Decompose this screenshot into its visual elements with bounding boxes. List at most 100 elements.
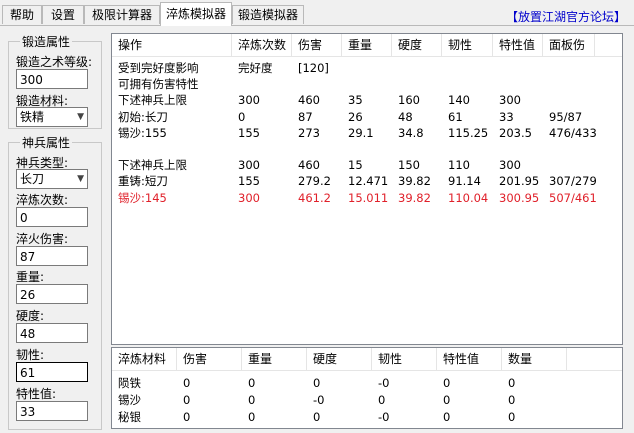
quench-damage-field[interactable]: 87 bbox=[16, 246, 88, 266]
table-cell: 39.82 bbox=[398, 190, 431, 205]
weight-label: 重量: bbox=[16, 270, 45, 284]
header-trait[interactable]: 特性值 bbox=[493, 34, 543, 56]
list-item[interactable]: 陨铁 0 0 0 -0 0 0 bbox=[112, 375, 622, 391]
table-cell: 91.14 bbox=[448, 174, 481, 189]
table-row[interactable]: 锡沙:155 155 273 29.1 34.8 115.25 203.5 476/433 bbox=[112, 125, 622, 141]
table-cell: 15.011 bbox=[348, 190, 389, 205]
header-weight[interactable]: 重量 bbox=[342, 34, 392, 56]
table-cell: 0 bbox=[508, 393, 516, 407]
header-mat-trait[interactable]: 特性值 bbox=[437, 348, 502, 370]
table-cell: 初始:长刀 bbox=[118, 109, 168, 124]
table-cell: 下述神兵上限 bbox=[118, 158, 187, 173]
trait-field[interactable]: 33 bbox=[16, 401, 88, 421]
table-cell bbox=[543, 141, 549, 157]
header-mat-quantity[interactable]: 数量 bbox=[502, 348, 567, 370]
table-cell: 15 bbox=[348, 158, 363, 173]
table-cell: 307/279 bbox=[549, 174, 597, 189]
table-cell: 0 bbox=[508, 376, 516, 390]
tab-bar: 帮助 设置 极限计算器 淬炼模拟器 锻造模拟器 【放置江湖官方论坛】 bbox=[0, 0, 634, 26]
header-damage[interactable]: 伤害 bbox=[292, 34, 342, 56]
table-row[interactable]: 可拥有伤害特性 bbox=[112, 76, 622, 92]
table-row[interactable]: 下述神兵上限 300 460 15 150 110 300 bbox=[112, 157, 622, 173]
table-cell: -0 bbox=[378, 376, 390, 390]
header-hardness[interactable]: 硬度 bbox=[392, 34, 442, 56]
table-cell: 461.2 bbox=[298, 190, 331, 205]
header-toughness[interactable]: 韧性 bbox=[442, 34, 493, 56]
table-cell: 秘银 bbox=[118, 410, 141, 424]
table-cell: [120] bbox=[298, 61, 329, 75]
header-material[interactable]: 淬炼材料 bbox=[112, 348, 177, 370]
table-cell: 39.82 bbox=[398, 174, 431, 189]
tab-forge-simulator[interactable]: 锻造模拟器 bbox=[232, 5, 304, 24]
tab-help[interactable]: 帮助 bbox=[2, 5, 42, 24]
header-mat-weight[interactable]: 重量 bbox=[242, 348, 307, 370]
material-table[interactable]: 淬炼材料 伤害 重量 硬度 韧性 特性值 数量 陨铁 0 0 0 -0 0 0 锡沙 0 0 -0 0… bbox=[111, 347, 623, 429]
header-panel-damage[interactable]: 面板伤 bbox=[543, 34, 595, 56]
table-cell: 110 bbox=[448, 158, 470, 173]
table-row[interactable]: 锡沙:145 300 461.2 15.011 39.82 110.04 300.95 507… bbox=[112, 190, 622, 206]
header-operation[interactable]: 操作 bbox=[112, 34, 232, 56]
table-cell: 0 bbox=[183, 393, 191, 407]
forge-material-value: 铁精 bbox=[20, 110, 45, 124]
tab-limit-calculator[interactable]: 极限计算器 bbox=[84, 5, 160, 24]
table-row[interactable] bbox=[112, 141, 622, 157]
table-row[interactable]: 受到完好度影响 完好度 [120] bbox=[112, 60, 622, 76]
list-item[interactable]: 秘银 0 0 0 -0 0 0 bbox=[112, 409, 622, 425]
table-cell bbox=[543, 92, 549, 108]
chevron-down-icon: ▼ bbox=[77, 174, 84, 184]
table-cell bbox=[493, 60, 499, 76]
header-mat-toughness[interactable]: 韧性 bbox=[372, 348, 437, 370]
toughness-field[interactable]: 61 bbox=[16, 362, 88, 382]
table-cell: 115.25 bbox=[448, 125, 489, 140]
table-cell: 受到完好度影响 bbox=[118, 61, 199, 75]
table-cell: 陨铁 bbox=[118, 376, 141, 390]
table-cell: 201.95 bbox=[499, 174, 540, 189]
table-cell bbox=[442, 141, 448, 157]
table-cell bbox=[392, 76, 398, 92]
forge-material-select[interactable]: 铁精 ▼ bbox=[16, 107, 88, 127]
forge-level-field[interactable]: 300 bbox=[16, 69, 88, 89]
hardness-label: 硬度: bbox=[16, 309, 45, 323]
table-cell bbox=[543, 157, 549, 173]
header-refine-count[interactable]: 淬炼次数 bbox=[232, 34, 292, 56]
weapon-group-title: 神兵属性 bbox=[20, 134, 73, 151]
table-row[interactable]: 下述神兵上限 300 460 35 160 140 300 bbox=[112, 92, 622, 108]
weight-field[interactable]: 26 bbox=[16, 284, 88, 304]
refine-count-field[interactable]: 0 bbox=[16, 207, 88, 227]
table-cell bbox=[442, 60, 448, 76]
table-cell: 33 bbox=[499, 109, 514, 124]
table-cell: 0 bbox=[238, 109, 246, 124]
table-cell: 0 bbox=[443, 410, 451, 424]
table-cell: 160 bbox=[398, 93, 420, 108]
header-mat-damage[interactable]: 伤害 bbox=[177, 348, 242, 370]
weapon-type-select[interactable]: 长刀 ▼ bbox=[16, 169, 88, 189]
result-table[interactable]: 操作 淬炼次数 伤害 重量 硬度 韧性 特性值 面板伤 受到完好度影响 完好度 [1… bbox=[111, 33, 623, 345]
table-cell bbox=[493, 76, 499, 92]
table-cell: 300.95 bbox=[499, 190, 540, 205]
table-cell: 0 bbox=[313, 410, 321, 424]
table-cell: 0 bbox=[248, 410, 256, 424]
refine-count-label: 淬炼次数: bbox=[16, 193, 69, 207]
table-cell bbox=[292, 76, 298, 92]
header-mat-hardness[interactable]: 硬度 bbox=[307, 348, 372, 370]
hardness-field[interactable]: 48 bbox=[16, 323, 88, 343]
table-cell bbox=[232, 141, 238, 157]
table-cell: 0 bbox=[248, 376, 256, 390]
tab-refine-simulator[interactable]: 淬炼模拟器 bbox=[160, 2, 232, 26]
forge-group-title: 锻造属性 bbox=[20, 33, 73, 50]
table-cell: 完好度 bbox=[238, 61, 273, 75]
table-cell: 279.2 bbox=[298, 174, 331, 189]
result-table-header: 操作 淬炼次数 伤害 重量 硬度 韧性 特性值 面板伤 bbox=[112, 34, 622, 57]
table-cell: -0 bbox=[378, 410, 390, 424]
table-row[interactable]: 初始:长刀 0 87 26 48 61 33 95/87 bbox=[112, 109, 622, 125]
left-panel: 锻造属性 锻造之术等级: 300 锻造材料: 铁精 ▼ 神兵属性 神兵类型: 长… bbox=[0, 26, 104, 433]
table-cell bbox=[342, 60, 348, 76]
forum-link[interactable]: 【放置江湖官方论坛】 bbox=[506, 8, 626, 25]
table-cell: 155 bbox=[238, 125, 260, 140]
table-cell bbox=[543, 76, 549, 92]
tab-settings[interactable]: 设置 bbox=[42, 5, 84, 24]
table-row[interactable]: 重铸:短刀 155 279.2 12.471 39.82 91.14 201.95 307/2… bbox=[112, 173, 622, 189]
table-cell: 273 bbox=[298, 125, 320, 140]
table-cell: 0 bbox=[183, 376, 191, 390]
list-item[interactable]: 锡沙 0 0 -0 0 0 0 bbox=[112, 392, 622, 408]
